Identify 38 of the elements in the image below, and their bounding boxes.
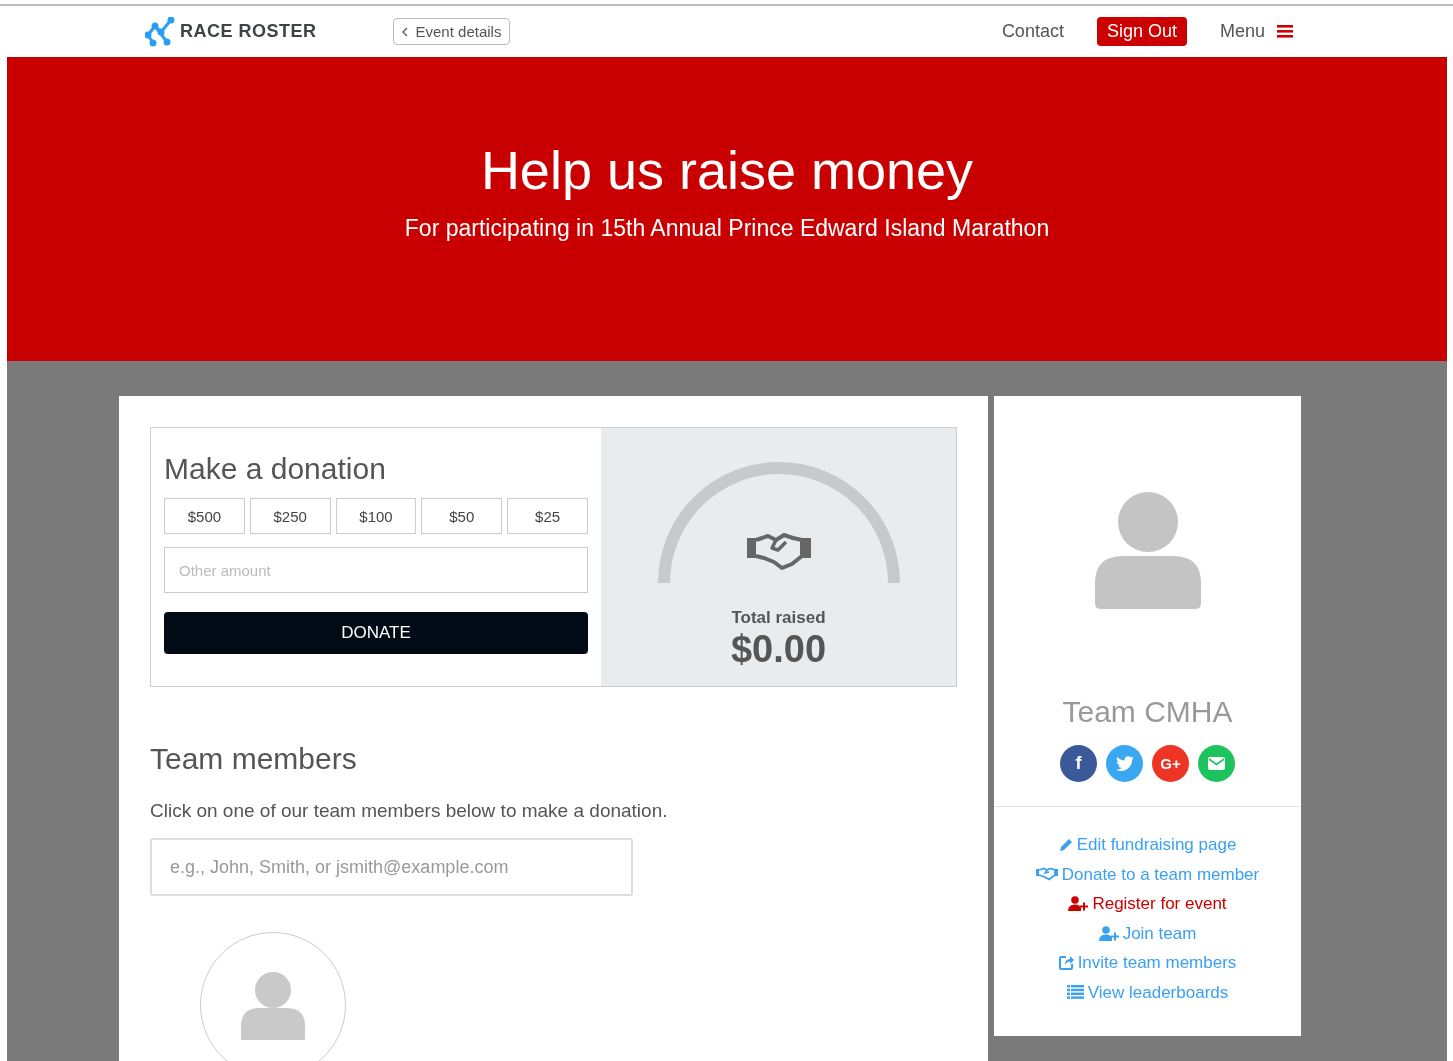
user-plus-icon xyxy=(1068,896,1089,912)
other-amount-field[interactable]: Other amount xyxy=(164,547,588,593)
team-action-link[interactable]: Register for event xyxy=(1068,893,1227,915)
donation-title: Make a donation xyxy=(164,452,387,486)
twitter-share-button[interactable] xyxy=(1106,745,1143,782)
hero-title: Help us raise money xyxy=(479,139,975,201)
back-button[interactable]: Event details xyxy=(392,18,511,45)
facebook-share-button[interactable]: f xyxy=(1060,745,1097,782)
amount-button[interactable]: $50 xyxy=(421,498,503,534)
menu-button[interactable]: Menu xyxy=(1219,21,1293,42)
google-plus-share-button[interactable]: G+ xyxy=(1152,745,1189,782)
email-share-button[interactable] xyxy=(1198,745,1235,782)
amount-button[interactable]: $25 xyxy=(507,498,588,534)
logo-text[interactable]: RACE ROSTER xyxy=(180,21,317,42)
donate-button[interactable]: DONATE xyxy=(164,612,588,654)
menu-icon xyxy=(1277,25,1293,38)
total-raised-amount: $0.00 xyxy=(730,628,827,671)
sign-out-button[interactable]: Sign Out xyxy=(1096,17,1187,46)
share-icon xyxy=(1058,955,1074,971)
total-raised-label: Total raised xyxy=(731,608,826,628)
hero-subtitle: For participating in 15th Annual Prince Edward Island Marathon xyxy=(403,215,1051,242)
amount-button[interactable]: $100 xyxy=(335,498,417,534)
team-members-title: Team members xyxy=(150,742,358,776)
chevron-left-icon xyxy=(401,26,408,37)
amount-button[interactable]: $250 xyxy=(249,498,331,534)
bird-icon xyxy=(1115,756,1134,771)
pencil-icon xyxy=(1058,837,1073,852)
team-name: Team CMHA xyxy=(1062,695,1233,729)
member-search-field[interactable]: e.g., John, Smith, or jsmith@example.com xyxy=(150,838,633,896)
amount-button[interactable]: $500 xyxy=(164,498,245,534)
handshake-icon xyxy=(745,530,812,572)
user-plus-icon xyxy=(1098,925,1119,941)
contact-link[interactable]: Contact xyxy=(1001,21,1064,42)
list-icon xyxy=(1066,985,1084,1000)
envelope-icon xyxy=(1208,757,1225,770)
team-members-intro: Click on one of our team members below to make a donation. xyxy=(150,800,669,822)
handshake-icon xyxy=(1035,867,1058,882)
logo-icon xyxy=(145,16,175,47)
